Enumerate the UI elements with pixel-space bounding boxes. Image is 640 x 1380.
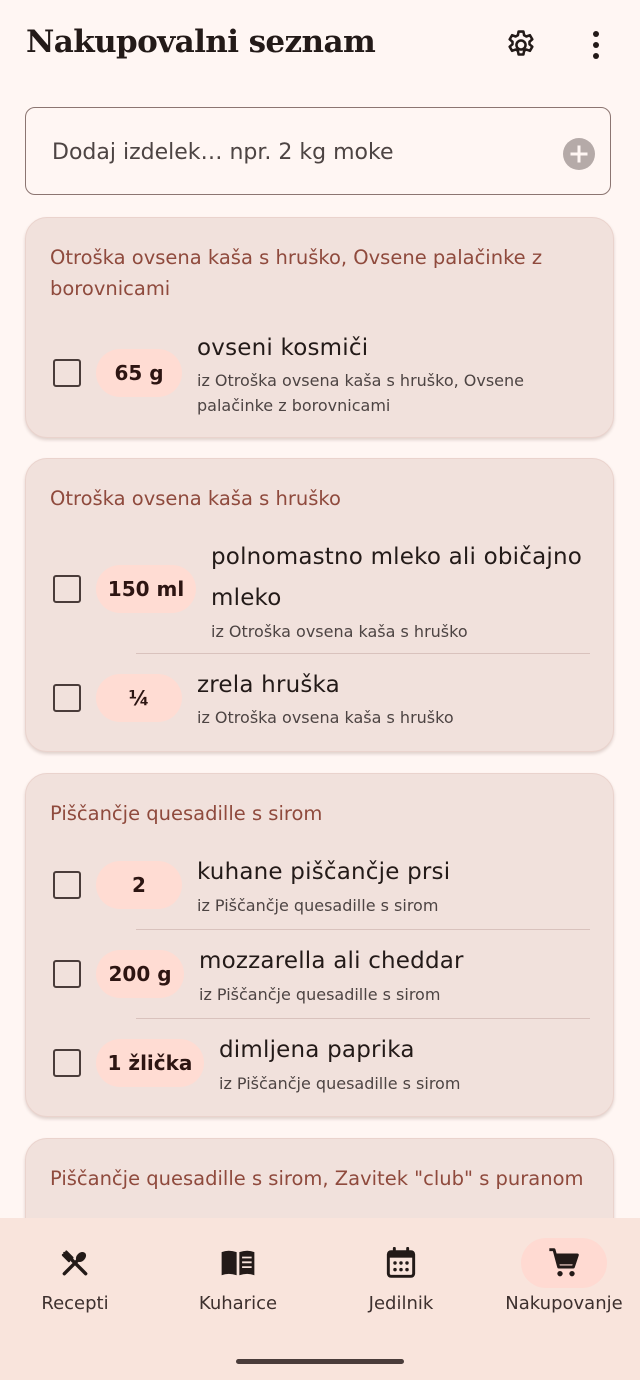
nav-item-recepti[interactable]: Recepti: [0, 1238, 155, 1328]
item-source: iz Piščančje quesadille s sirom: [219, 1074, 461, 1093]
item-divider: [136, 929, 590, 930]
item-name: mozzarella ali cheddar: [199, 948, 464, 974]
item-checkbox[interactable]: [53, 960, 81, 988]
nav-label: Nakupovanje: [505, 1293, 623, 1314]
add-circle-icon: [570, 145, 588, 163]
book-icon: [221, 1250, 255, 1276]
more-options-button[interactable]: [572, 21, 620, 69]
item-divider: [136, 653, 590, 654]
item-checkbox[interactable]: [53, 575, 81, 603]
add-item-button[interactable]: [563, 138, 595, 170]
nav-item-nakupovanje[interactable]: Nakupovanje: [484, 1238, 640, 1328]
recipe-group-card: Piščančje quesadille s sirom 2 kuhane pi…: [25, 773, 614, 1117]
item-source: iz Otroška ovsena kaša s hruško, Ovsene …: [197, 371, 525, 415]
more-vert-icon: [593, 31, 599, 59]
item-name: ovseni kosmiči: [197, 335, 369, 361]
gesture-handle: [236, 1359, 404, 1364]
item-divider: [136, 1018, 590, 1019]
settings-button[interactable]: [497, 21, 545, 69]
nav-icon-container: [358, 1238, 444, 1288]
add-item-field: [25, 107, 611, 196]
group-title: Piščančje quesadille s sirom, Zavitek "c…: [50, 1167, 584, 1190]
item-checkbox[interactable]: [53, 684, 81, 712]
utensils-icon: [61, 1250, 88, 1276]
item-name: dimljena paprika: [219, 1037, 415, 1063]
quantity-chip: 65 g: [96, 349, 182, 397]
quantity-chip: 1 žlička: [96, 1039, 204, 1087]
item-source: iz Otroška ovsena kaša s hruško: [197, 708, 454, 727]
nav-label: Jedilnik: [368, 1293, 434, 1314]
group-title: Otroška ovsena kaša s hruško: [50, 487, 341, 510]
nav-icon-container: [32, 1238, 118, 1288]
item-checkbox[interactable]: [53, 1049, 81, 1077]
item-checkbox[interactable]: [53, 871, 81, 899]
item-name: polnomastno mleko ali običajno mleko: [211, 544, 583, 611]
group-title: Piščančje quesadille s sirom: [50, 802, 323, 825]
item-source: iz Piščančje quesadille s sirom: [199, 985, 441, 1004]
nav-label: Recepti: [41, 1293, 109, 1314]
quantity-chip: 200 g: [96, 950, 184, 998]
gear-icon: [508, 30, 534, 56]
add-item-input[interactable]: [50, 108, 554, 196]
recipe-group-card: Otroška ovsena kaša s hruško 150 ml poln…: [25, 458, 614, 752]
item-name: kuhane piščančje prsi: [197, 859, 451, 885]
item-checkbox[interactable]: [53, 359, 81, 387]
quantity-chip: ¼: [96, 674, 182, 722]
nav-icon-container: [521, 1238, 607, 1288]
nav-item-jedilnik[interactable]: Jedilnik: [321, 1238, 481, 1328]
nav-icon-container: [195, 1238, 281, 1288]
nav-label: Kuharice: [198, 1293, 278, 1314]
nav-item-kuharice[interactable]: Kuharice: [158, 1238, 318, 1328]
quantity-chip: 2: [96, 861, 182, 909]
group-title: Otroška ovsena kaša s hruško, Ovsene pal…: [50, 246, 543, 300]
quantity-chip: 150 ml: [96, 565, 196, 613]
item-name: zrela hruška: [197, 672, 340, 698]
shopping-cart-icon: [549, 1248, 579, 1277]
recipe-group-card: Otroška ovsena kaša s hruško, Ovsene pal…: [25, 217, 614, 438]
calendar-icon: [386, 1247, 416, 1278]
bottom-navigation: Recepti Kuharice Jedilnik Nakupovanje: [0, 1218, 640, 1380]
item-source: iz Piščančje quesadille s sirom: [197, 896, 439, 915]
item-source: iz Otroška ovsena kaša s hruško: [211, 622, 468, 641]
page-title: Nakupovalni seznam: [26, 24, 376, 60]
top-app-bar: Nakupovalni seznam: [0, 0, 640, 92]
